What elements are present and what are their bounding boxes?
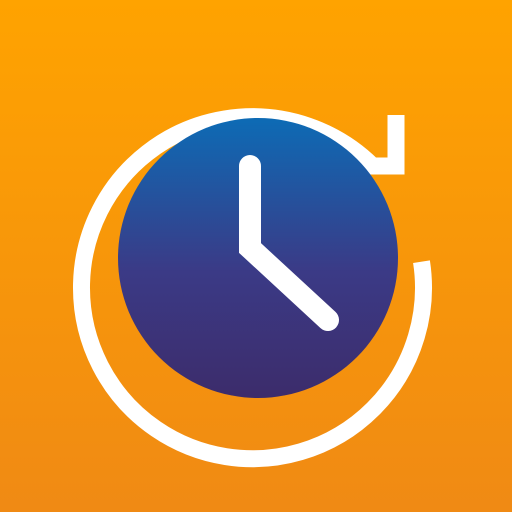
app-icon [0,0,512,512]
clock-history-icon [0,0,512,512]
